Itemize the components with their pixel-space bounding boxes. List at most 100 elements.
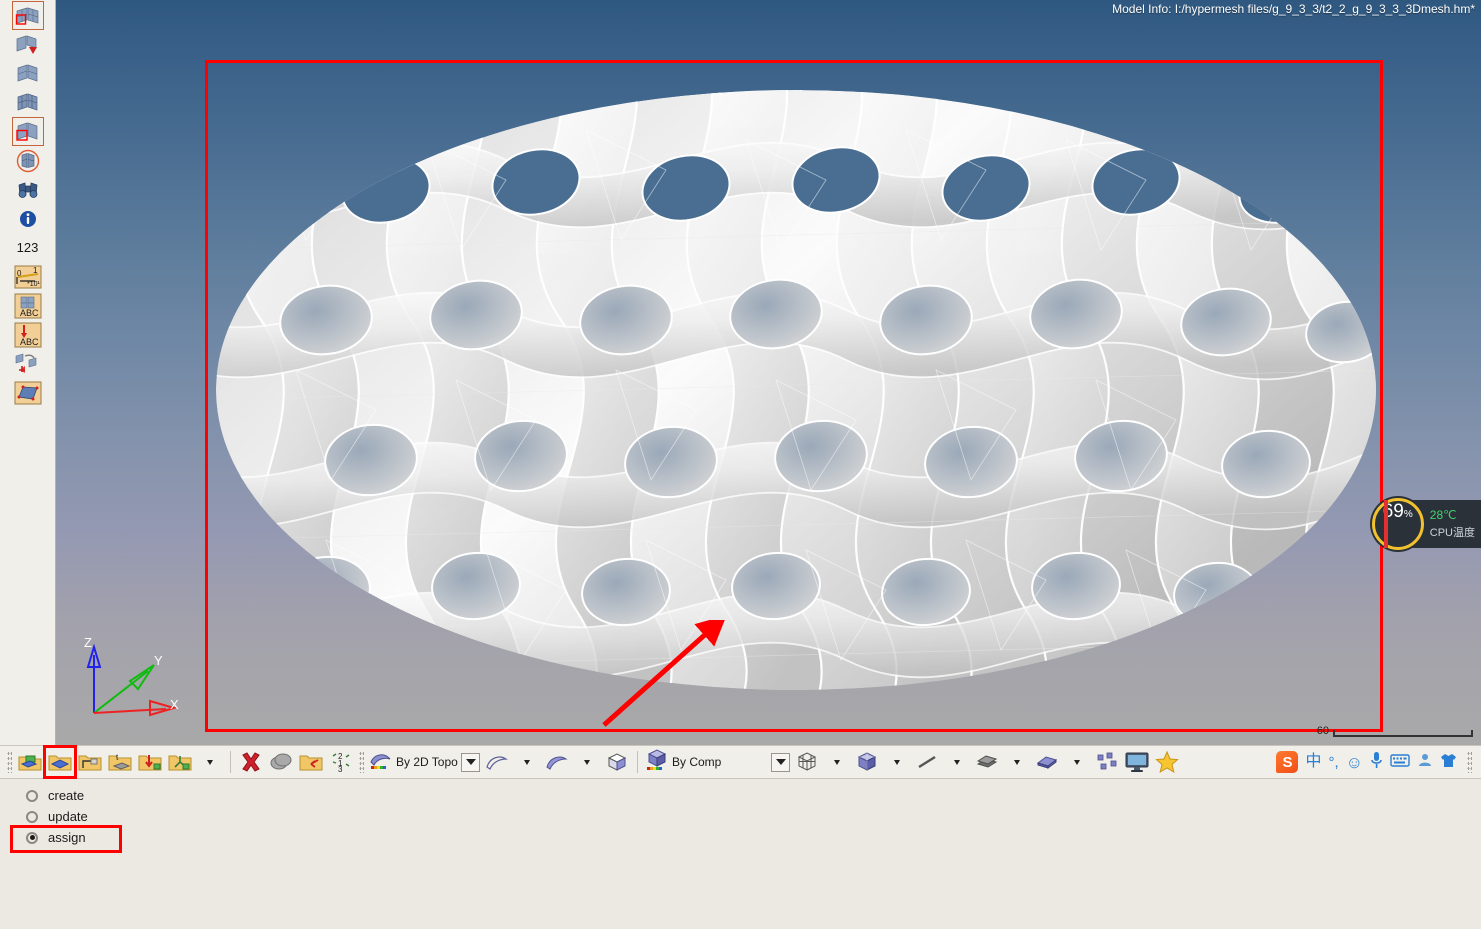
chevron-down-icon xyxy=(1074,760,1080,765)
sogou-logo-icon[interactable]: S xyxy=(1276,751,1298,773)
shaded-cube-icon[interactable] xyxy=(852,747,882,777)
chevron-down-icon xyxy=(1014,760,1020,765)
mode-label-create: create xyxy=(48,788,84,803)
toolbar-grip-2[interactable] xyxy=(359,751,364,773)
mesh-node-edit-icon[interactable] xyxy=(13,2,43,29)
microphone-icon[interactable] xyxy=(1370,751,1383,774)
cpu-usage-gauge: 69 % xyxy=(1372,498,1424,550)
model-info-label: Model Info: I:/hypermesh files/g_9_3_3/t… xyxy=(1112,2,1475,16)
mesh-solid-icon[interactable] xyxy=(13,89,43,116)
mode-option-create[interactable]: create xyxy=(26,785,136,806)
svg-text:*10¹: *10¹ xyxy=(27,281,41,288)
component-thickness-icon[interactable]: t xyxy=(105,747,135,777)
user-icon[interactable] xyxy=(1417,752,1433,773)
mask-icon[interactable] xyxy=(266,747,296,777)
scale-value: 60 xyxy=(1317,726,1329,737)
numbering-icon[interactable]: 2 1 3 xyxy=(326,747,356,777)
mesh-select-icon[interactable] xyxy=(13,118,43,145)
topo-combo[interactable]: By 2D Topo xyxy=(367,750,482,774)
star-icon[interactable] xyxy=(1152,747,1182,777)
line-icon[interactable] xyxy=(912,747,942,777)
shaded-cube-dropdown[interactable] xyxy=(882,747,912,777)
line-dropdown[interactable] xyxy=(942,747,972,777)
svg-text:ABC: ABC xyxy=(20,337,39,347)
surface-shaded-icon[interactable] xyxy=(542,747,572,777)
toolbar-grip[interactable] xyxy=(7,751,12,773)
ime-tray: S 中 °, ☺ xyxy=(1276,747,1479,777)
topo-combo-dropdown[interactable] xyxy=(461,753,480,772)
axis-label-z: Z xyxy=(84,635,92,650)
left-toolbar: 123 0 1 *10¹ ABC xyxy=(0,0,56,745)
wireframe-cube-dropdown[interactable] xyxy=(822,747,852,777)
cpu-monitor-widget[interactable]: 69 % 28℃ CPU温度 xyxy=(1384,500,1481,548)
component-organize-dropdown[interactable] xyxy=(195,747,225,777)
radio-assign[interactable] xyxy=(26,832,38,844)
solid-cube-icon[interactable] xyxy=(602,747,632,777)
surface-shaded-dropdown[interactable] xyxy=(572,747,602,777)
mode-radio-group: create update assign xyxy=(26,785,136,848)
radio-update[interactable] xyxy=(26,811,38,823)
shell-icon[interactable] xyxy=(972,747,1002,777)
component-table-icon[interactable] xyxy=(15,747,45,777)
svg-text:3: 3 xyxy=(338,765,343,774)
component-organize-icon[interactable] xyxy=(165,747,195,777)
skin-icon[interactable] xyxy=(1440,752,1457,773)
comp-combo-label: By Comp xyxy=(672,755,768,769)
scale-bar: 60 xyxy=(1317,726,1473,737)
radio-create[interactable] xyxy=(26,790,38,802)
info-icon[interactable] xyxy=(13,205,43,232)
comp-combo-dropdown[interactable] xyxy=(771,753,790,772)
abc-load-icon[interactable]: ABC xyxy=(13,321,43,348)
surface-outline-icon[interactable] xyxy=(482,747,512,777)
abc-mesh-icon[interactable]: ABC xyxy=(13,292,43,319)
monitor-icon[interactable] xyxy=(1122,747,1152,777)
mesh-shaded-circle-icon[interactable] xyxy=(13,147,43,174)
delete-icon[interactable] xyxy=(236,747,266,777)
cpu-temperature-value: 28℃ xyxy=(1430,508,1475,522)
keyboard-icon[interactable] xyxy=(1390,753,1410,772)
mode-option-update[interactable]: update xyxy=(26,806,136,827)
axis-label-y: Y xyxy=(154,653,163,668)
plate-icon[interactable] xyxy=(1032,747,1062,777)
binoculars-icon[interactable] xyxy=(13,176,43,203)
bottom-toolbar: t xyxy=(0,745,1481,779)
wireframe-cube-icon[interactable] xyxy=(792,747,822,777)
cpu-percent-sign: % xyxy=(1404,509,1413,520)
mesh-drag-icon[interactable] xyxy=(13,31,43,58)
axis-triad: Z Y X xyxy=(66,635,186,725)
cpu-temperature-label: CPU温度 xyxy=(1430,524,1475,540)
svg-text:ABC: ABC xyxy=(20,308,39,318)
chinese-mode-icon[interactable]: 中 xyxy=(1305,754,1321,770)
emoji-icon[interactable]: ☺ xyxy=(1346,754,1363,771)
chevron-down-icon xyxy=(207,760,213,765)
surface-icon[interactable] xyxy=(13,379,43,406)
hypermesh-window: 123 0 1 *10¹ ABC xyxy=(0,0,1481,929)
chevron-down-icon xyxy=(776,759,786,765)
component-import-icon[interactable] xyxy=(135,747,165,777)
component-property-icon[interactable] xyxy=(45,747,75,777)
tolerance-icon[interactable]: 0 1 *10¹ xyxy=(13,263,43,290)
axis-label-x: X xyxy=(170,697,179,712)
comp-combo[interactable]: By Comp xyxy=(643,750,792,774)
scatter-nodes-icon[interactable] xyxy=(1092,747,1122,777)
numbers-123-icon[interactable]: 123 xyxy=(13,234,43,261)
find-component-icon[interactable] xyxy=(296,747,326,777)
ime-tray-grip[interactable] xyxy=(1467,751,1472,773)
punctuation-icon[interactable]: °, xyxy=(1328,755,1338,770)
plate-dropdown[interactable] xyxy=(1062,747,1092,777)
translate-mesh-icon[interactable] xyxy=(13,350,43,377)
mode-option-assign[interactable]: assign xyxy=(26,827,136,848)
surface-outline-dropdown[interactable] xyxy=(512,747,542,777)
chevron-down-icon xyxy=(524,760,530,765)
mode-label-assign: assign xyxy=(48,830,86,845)
scale-bar-line xyxy=(1333,730,1473,737)
mesh-plain-icon[interactable] xyxy=(13,60,43,87)
chevron-down-icon xyxy=(584,760,590,765)
3d-viewport[interactable]: Model Info: I:/hypermesh files/g_9_3_3/t… xyxy=(56,0,1481,745)
property-panel: create update assign comps |◀ property = xyxy=(0,779,1481,929)
component-bc-icon[interactable] xyxy=(75,747,105,777)
chevron-down-icon xyxy=(466,759,476,765)
chevron-down-icon xyxy=(834,760,840,765)
shell-dropdown[interactable] xyxy=(1002,747,1032,777)
toolbar-separator xyxy=(230,751,231,773)
